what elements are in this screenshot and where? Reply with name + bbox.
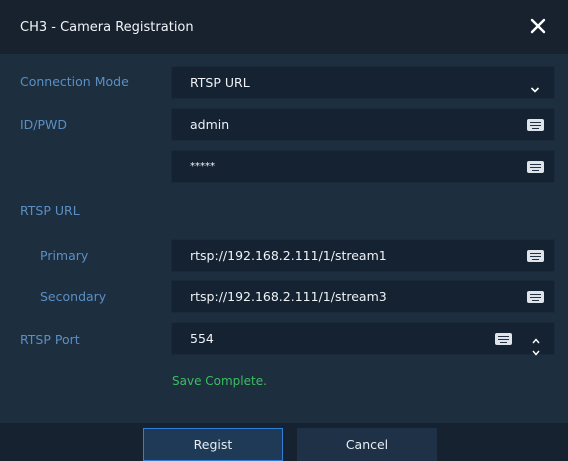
secondary-url-value: rtsp://192.168.2.111/1/stream3 — [190, 289, 387, 304]
rtsp-url-label: RTSP URL — [20, 203, 80, 218]
keyboard-icon[interactable] — [527, 250, 544, 262]
port-spinner[interactable] — [530, 326, 542, 356]
camera-registration-dialog: CH3 - Camera Registration Connection Mod… — [0, 0, 568, 461]
title-bar: CH3 - Camera Registration — [0, 0, 568, 54]
keyboard-icon[interactable] — [527, 119, 544, 131]
rtsp-port-field[interactable]: 554 — [171, 322, 555, 356]
password-field[interactable]: ***** — [171, 150, 555, 183]
connection-mode-select[interactable]: RTSP URL — [171, 66, 555, 99]
rtsp-port-label: RTSP Port — [20, 332, 80, 347]
connection-mode-value: RTSP URL — [190, 75, 250, 90]
spinner-down-icon[interactable] — [532, 341, 540, 356]
rtsp-port-value: 554 — [190, 331, 214, 346]
password-value: ***** — [190, 161, 215, 172]
primary-url-value: rtsp://192.168.2.111/1/stream1 — [190, 248, 387, 263]
id-value: admin — [190, 117, 230, 132]
spinner-up-icon[interactable] — [532, 329, 540, 344]
save-status-message: Save Complete. — [172, 374, 267, 388]
close-icon[interactable] — [526, 14, 550, 38]
id-pwd-label: ID/PWD — [20, 117, 68, 132]
keyboard-icon[interactable] — [527, 161, 544, 173]
id-field[interactable]: admin — [171, 108, 555, 141]
button-bar — [0, 423, 568, 461]
primary-label: Primary — [40, 248, 89, 263]
keyboard-icon[interactable] — [495, 333, 512, 345]
dialog-title: CH3 - Camera Registration — [20, 19, 194, 35]
primary-url-field[interactable]: rtsp://192.168.2.111/1/stream1 — [171, 239, 555, 272]
keyboard-icon[interactable] — [527, 291, 544, 303]
cancel-button[interactable]: Cancel — [297, 428, 437, 461]
regist-button[interactable]: Regist — [143, 428, 283, 461]
secondary-url-field[interactable]: rtsp://192.168.2.111/1/stream3 — [171, 280, 555, 313]
secondary-label: Secondary — [40, 289, 107, 304]
connection-mode-label: Connection Mode — [20, 74, 129, 89]
chevron-down-icon[interactable] — [530, 79, 540, 93]
